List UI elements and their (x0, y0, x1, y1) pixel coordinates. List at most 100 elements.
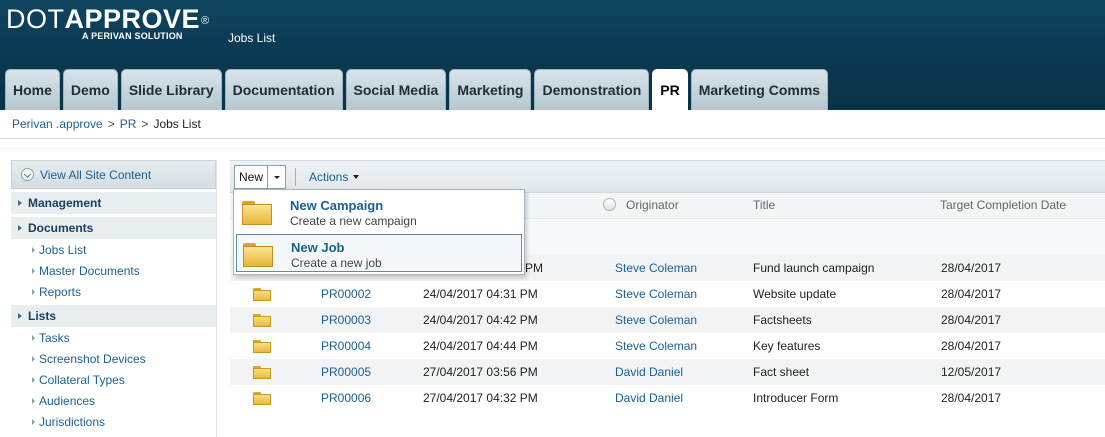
nav-item-collateral-types[interactable]: Collateral Types (11, 369, 216, 390)
tab-home[interactable]: Home (5, 69, 60, 110)
tab-social-media[interactable]: Social Media (345, 69, 447, 110)
bullet-arrow-icon (32, 355, 35, 362)
status-circle-icon (603, 198, 616, 211)
nav-item-jurisdictions[interactable]: Jurisdictions (11, 411, 216, 432)
originator-link[interactable]: Steve Coleman (615, 313, 697, 327)
nav-item-tasks[interactable]: Tasks (11, 327, 216, 348)
title-cell: Introducer Form (753, 391, 839, 405)
site-title: Jobs List (228, 31, 276, 45)
dotapprove-logo[interactable]: DOTAPPROVE® A PERIVAN SOLUTION (6, 4, 210, 41)
target-date-cell: 28/04/2017 (941, 339, 1002, 353)
bullet-arrow-icon (32, 288, 35, 295)
job-id-link[interactable]: PR00005 (321, 365, 371, 379)
folder-icon (253, 314, 271, 327)
target-date-cell: 28/04/2017 (941, 287, 1002, 301)
title-cell: Key features (753, 339, 821, 353)
folder-icon (253, 340, 271, 353)
menu-item-new-campaign[interactable]: New Campaign Create a new campaign (236, 193, 522, 231)
bullet-arrow-icon (32, 397, 35, 404)
bullet-arrow-icon (32, 246, 35, 253)
site-header: DOTAPPROVE® A PERIVAN SOLUTION Jobs List… (0, 0, 1105, 110)
actions-menu[interactable]: Actions (309, 170, 360, 184)
column-target-completion-date[interactable]: Target Completion Date (940, 198, 1066, 212)
nav-item-label: Reports (39, 284, 82, 299)
table-row[interactable]: PR00005 27/04/2017 03:56 PM David Daniel… (230, 359, 1105, 385)
target-date-cell: 28/04/2017 (941, 313, 1002, 327)
job-id-link[interactable]: PR00002 (321, 287, 371, 301)
tab-marketing-comms[interactable]: Marketing Comms (690, 69, 829, 110)
tab-pr[interactable]: PR (652, 69, 688, 110)
logo-wordmark: DOTAPPROVE® (6, 4, 210, 34)
menu-item-title: New Job (291, 240, 345, 255)
quick-launch: View All Site Content Management Documen… (11, 160, 217, 437)
breadcrumb-site-link[interactable]: Perivan .approve (12, 117, 103, 131)
nav-item-master-documents[interactable]: Master Documents (11, 260, 216, 281)
created-cell: 24/04/2017 04:31 PM (423, 287, 538, 301)
title-cell: Fund launch campaign (753, 261, 875, 275)
nav-item-reports[interactable]: Reports (11, 281, 216, 302)
nav-heading-documents[interactable]: Documents (11, 216, 216, 239)
breadcrumb-separator: > (141, 117, 149, 131)
nav-heading-management[interactable]: Management (11, 191, 216, 214)
tab-demo[interactable]: Demo (62, 69, 118, 110)
created-cell: 27/04/2017 03:56 PM (423, 365, 538, 379)
nav-item-label: Jurisdictions (39, 414, 106, 429)
originator-link[interactable]: Steve Coleman (615, 339, 697, 353)
originator-link[interactable]: Steve Coleman (615, 287, 697, 301)
top-nav-tabs: Home Demo Slide Library Documentation So… (5, 69, 831, 110)
toolbar-separator (295, 168, 296, 186)
nav-heading-lists[interactable]: Lists (11, 304, 216, 327)
menu-item-title: New Campaign (290, 198, 384, 213)
job-id-link[interactable]: PR00003 (321, 313, 371, 327)
originator-link[interactable]: David Daniel (615, 365, 683, 379)
target-date-cell: 12/05/2017 (941, 365, 1002, 379)
tab-marketing[interactable]: Marketing (449, 69, 532, 110)
logo-tagline: A PERIVAN SOLUTION (82, 31, 183, 41)
tab-slide-library[interactable]: Slide Library (120, 69, 222, 110)
title-cell: Fact sheet (753, 365, 810, 379)
nav-item-audiences[interactable]: Audiences (11, 390, 216, 411)
table-row[interactable]: PR00006 27/04/2017 04:32 PM David Daniel… (230, 385, 1105, 411)
expand-arrow-icon (18, 225, 22, 231)
job-id-link[interactable]: PR00006 (321, 391, 371, 405)
new-button[interactable]: New (234, 165, 268, 189)
created-cell: 24/04/2017 04:42 PM (423, 313, 538, 327)
nav-item-label: Master Documents (39, 263, 140, 278)
job-id-link[interactable]: PR00004 (321, 339, 371, 353)
nav-heading-label: Lists (28, 309, 57, 323)
created-cell: 27/04/2017 04:32 PM (423, 391, 538, 405)
breadcrumb: Perivan .approve > PR > Jobs List (12, 117, 201, 131)
table-row[interactable]: PR00004 24/04/2017 04:44 PM Steve Colema… (230, 333, 1105, 359)
table-row[interactable]: PR00003 24/04/2017 04:42 PM Steve Colema… (230, 307, 1105, 333)
nav-item-jobs-list[interactable]: Jobs List (11, 239, 216, 260)
nav-item-screenshot-devices[interactable]: Screenshot Devices (11, 348, 216, 369)
tab-demonstration[interactable]: Demonstration (534, 69, 650, 110)
new-split-button: New (234, 165, 286, 189)
bullet-arrow-icon (32, 334, 35, 341)
menu-item-new-job[interactable]: New Job Create a new job (236, 234, 522, 272)
new-dropdown-arrow-icon[interactable] (268, 165, 286, 189)
divider (0, 148, 1105, 149)
expand-arrow-icon (18, 313, 22, 319)
column-originator[interactable]: Originator (626, 198, 679, 212)
new-dropdown-menu: New Campaign Create a new campaign New J… (233, 189, 525, 275)
target-date-cell: 28/04/2017 (941, 391, 1002, 405)
target-date-cell: 28/04/2017 (941, 261, 1002, 275)
nav-item-label: Audiences (39, 393, 96, 408)
originator-link[interactable]: Steve Coleman (615, 261, 697, 275)
title-cell: Website update (753, 287, 837, 301)
bullet-arrow-icon (32, 418, 35, 425)
tab-documentation[interactable]: Documentation (224, 69, 343, 110)
originator-link[interactable]: David Daniel (615, 391, 683, 405)
view-all-icon (21, 168, 34, 181)
bullet-arrow-icon (32, 267, 35, 274)
table-row[interactable]: PR00002 24/04/2017 04:31 PM Steve Colema… (230, 281, 1105, 307)
breadcrumb-pr-link[interactable]: PR (120, 117, 137, 131)
title-cell: Factsheets (753, 313, 812, 327)
view-all-site-content[interactable]: View All Site Content (11, 160, 216, 189)
column-title[interactable]: Title (753, 198, 775, 212)
created-cell: PM (525, 261, 543, 275)
folder-icon (253, 392, 271, 405)
expand-arrow-icon (18, 200, 22, 206)
folder-icon (253, 366, 271, 379)
